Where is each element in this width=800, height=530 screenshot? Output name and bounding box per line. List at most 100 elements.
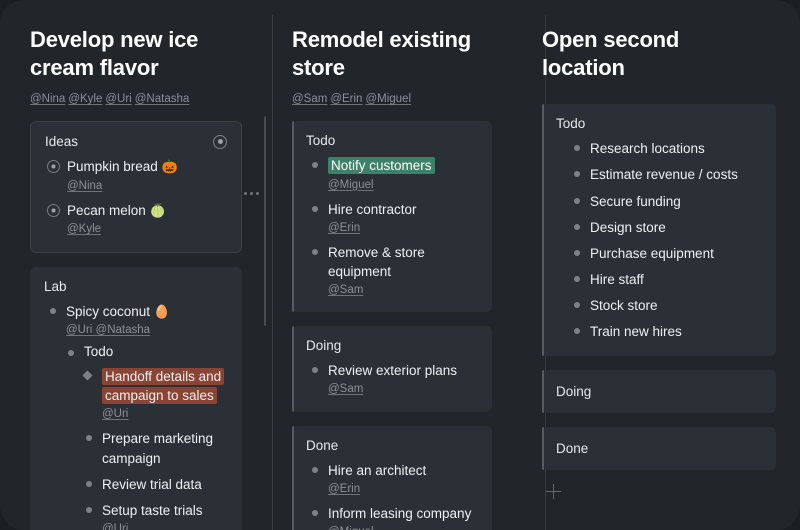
list-item[interactable]: Remove & store equipment @Sam [306,243,478,298]
list-item[interactable]: Pumpkin bread 🎃 @Nina [45,157,227,194]
list-item[interactable]: Research locations [568,139,762,158]
list-item[interactable]: Review exterior plans @Sam [306,361,478,397]
item-mention[interactable]: @Kyle [67,223,101,235]
mention-uri[interactable]: @Uri [105,93,131,105]
list-item[interactable]: Hire an architect @Erin [306,461,478,497]
card-header: Todo [556,116,762,131]
list-item[interactable]: Purchase equipment [568,244,762,263]
page-title: Open second location [542,27,680,81]
card-done[interactable]: Done Hire an architect @Erin Inform leas… [292,425,492,530]
item-label: Review trial data [102,476,202,492]
target-icon[interactable] [213,134,227,149]
mention-miguel[interactable]: @Miguel [365,93,411,105]
item-mention[interactable]: @Sam [328,284,363,296]
card-header: Done [306,438,478,453]
card-header: Doing [556,384,762,399]
nested-group-label: Todo [62,344,228,359]
item-mention[interactable]: @Miguel [328,526,374,530]
item-label: Hire staff [590,272,644,288]
mention-erin[interactable]: @Erin [330,93,362,105]
item-label: Pecan melon [67,202,146,218]
card-doing[interactable]: Doing [542,369,776,413]
item-mention[interactable]: @Uri [102,523,128,530]
list-item[interactable]: Train new hires [568,322,762,341]
nested-item-list: Handoff details and campaign to sales @U… [62,367,228,530]
board-column-develop-new-ice-cream-flavor: Develop new ice cream flavor @Nina @Kyle @… [0,0,266,530]
card-overflow-menu-icon[interactable] [244,192,259,195]
item-mention[interactable]: @Uri @Natasha [66,324,150,336]
card-title: Done [556,440,589,456]
card-doing[interactable]: Doing Review exterior plans @Sam [292,326,492,412]
board-column-open-second-location: Open second location Todo Research locat… [516,0,800,530]
nested-group-todo: Todo Handoff details and campaign to sal… [44,344,228,530]
card-ideas[interactable]: Ideas Pumpkin bread 🎃 @Nina Pecan melon [30,121,242,253]
item-mention[interactable]: @Erin [328,222,360,234]
dot [244,192,247,195]
list-item[interactable]: Spicy coconut 🥚 @Uri @Natasha [44,302,228,339]
card-item-list: Research locations Estimate revenue / co… [556,139,762,341]
card-todo[interactable]: Todo Notify customers @Miguel Hire contr… [292,121,492,313]
add-card-button[interactable] [546,483,562,500]
card-done[interactable]: Done [542,426,776,470]
card-title: Ideas [45,134,79,150]
item-mention[interactable]: @Sam [328,383,363,395]
item-mention[interactable]: @Uri [102,408,128,420]
project-mentions: @Sam @Erin @Miguel [292,91,492,107]
board-page: Develop new ice cream flavor @Nina @Kyle @… [0,0,800,530]
card-item-list: Spicy coconut 🥚 @Uri @Natasha [44,302,228,339]
mention-natasha[interactable]: @Natasha [135,93,190,105]
card-lab[interactable]: Lab Spicy coconut 🥚 @Uri @Natasha Todo H… [30,266,242,530]
card-header: Done [556,441,762,456]
card-header: Todo [306,133,478,148]
card-item-list: Hire an architect @Erin Inform leasing c… [306,461,478,530]
list-item[interactable]: Review trial data [80,475,228,494]
page-title: Develop new ice cream flavor [30,27,199,81]
item-label: Notify customers [328,157,435,175]
mention-kyle[interactable]: @Kyle [68,93,102,105]
item-mention[interactable]: @Miguel [328,179,374,191]
list-item[interactable]: Handoff details and campaign to sales @U… [80,367,228,422]
board-column-remodel-existing-store: Remodel existing store @Sam @Erin @Miguel … [266,0,516,530]
item-mention[interactable]: @Erin [328,483,360,495]
page-title: Remodel existing store [292,27,471,81]
board-columns: Develop new ice cream flavor @Nina @Kyle @… [0,0,800,530]
item-mention[interactable]: @Nina [67,180,102,192]
list-item[interactable]: Hire contractor @Erin [306,200,478,236]
card-item-list: Pumpkin bread 🎃 @Nina Pecan melon 🍈 @Kyl… [45,157,227,237]
item-label: Stock store [590,298,658,314]
dot [250,192,253,195]
item-label: Hire contractor [328,201,417,217]
card-header: Ideas [45,134,227,149]
list-item[interactable]: Design store [568,218,762,237]
pumpkin-emoji-icon: 🎃 [161,159,178,175]
melon-emoji-icon: 🍈 [149,202,166,218]
list-item[interactable]: Secure funding [568,192,762,211]
item-label: Secure funding [590,193,681,209]
card-item-list: Review exterior plans @Sam [306,361,478,397]
item-label: Spicy coconut [66,303,151,319]
mention-nina[interactable]: @Nina [30,93,65,105]
card-title: Done [306,437,339,453]
card-todo[interactable]: Todo Research locations Estimate revenue… [542,104,776,356]
item-label: Purchase equipment [590,245,714,261]
card-header: Lab [44,279,228,294]
dot [256,192,259,195]
mention-sam[interactable]: @Sam [292,93,327,105]
list-item[interactable]: Pecan melon 🍈 @Kyle [45,201,227,238]
card-item-list: Notify customers @Miguel Hire contractor… [306,156,478,298]
list-item[interactable]: Estimate revenue / costs [568,165,762,184]
coconut-emoji-icon: 🥚 [153,303,170,319]
item-label: Estimate revenue / costs [590,167,738,183]
card-title: Lab [44,278,67,294]
item-label: Design store [590,219,666,235]
item-label: Inform leasing company [328,505,472,521]
item-label: Setup taste trials [102,502,203,518]
item-label: Train new hires [590,324,682,340]
list-item[interactable]: Prepare marketing campaign [80,429,228,467]
project-mentions: @Nina @Kyle @Uri @Natasha [30,91,266,107]
list-item[interactable]: Setup taste trials @Uri [80,501,228,530]
list-item[interactable]: Hire staff [568,270,762,289]
list-item[interactable]: Stock store [568,296,762,315]
list-item[interactable]: Notify customers @Miguel [306,156,478,192]
list-item[interactable]: Inform leasing company @Miguel [306,504,478,530]
